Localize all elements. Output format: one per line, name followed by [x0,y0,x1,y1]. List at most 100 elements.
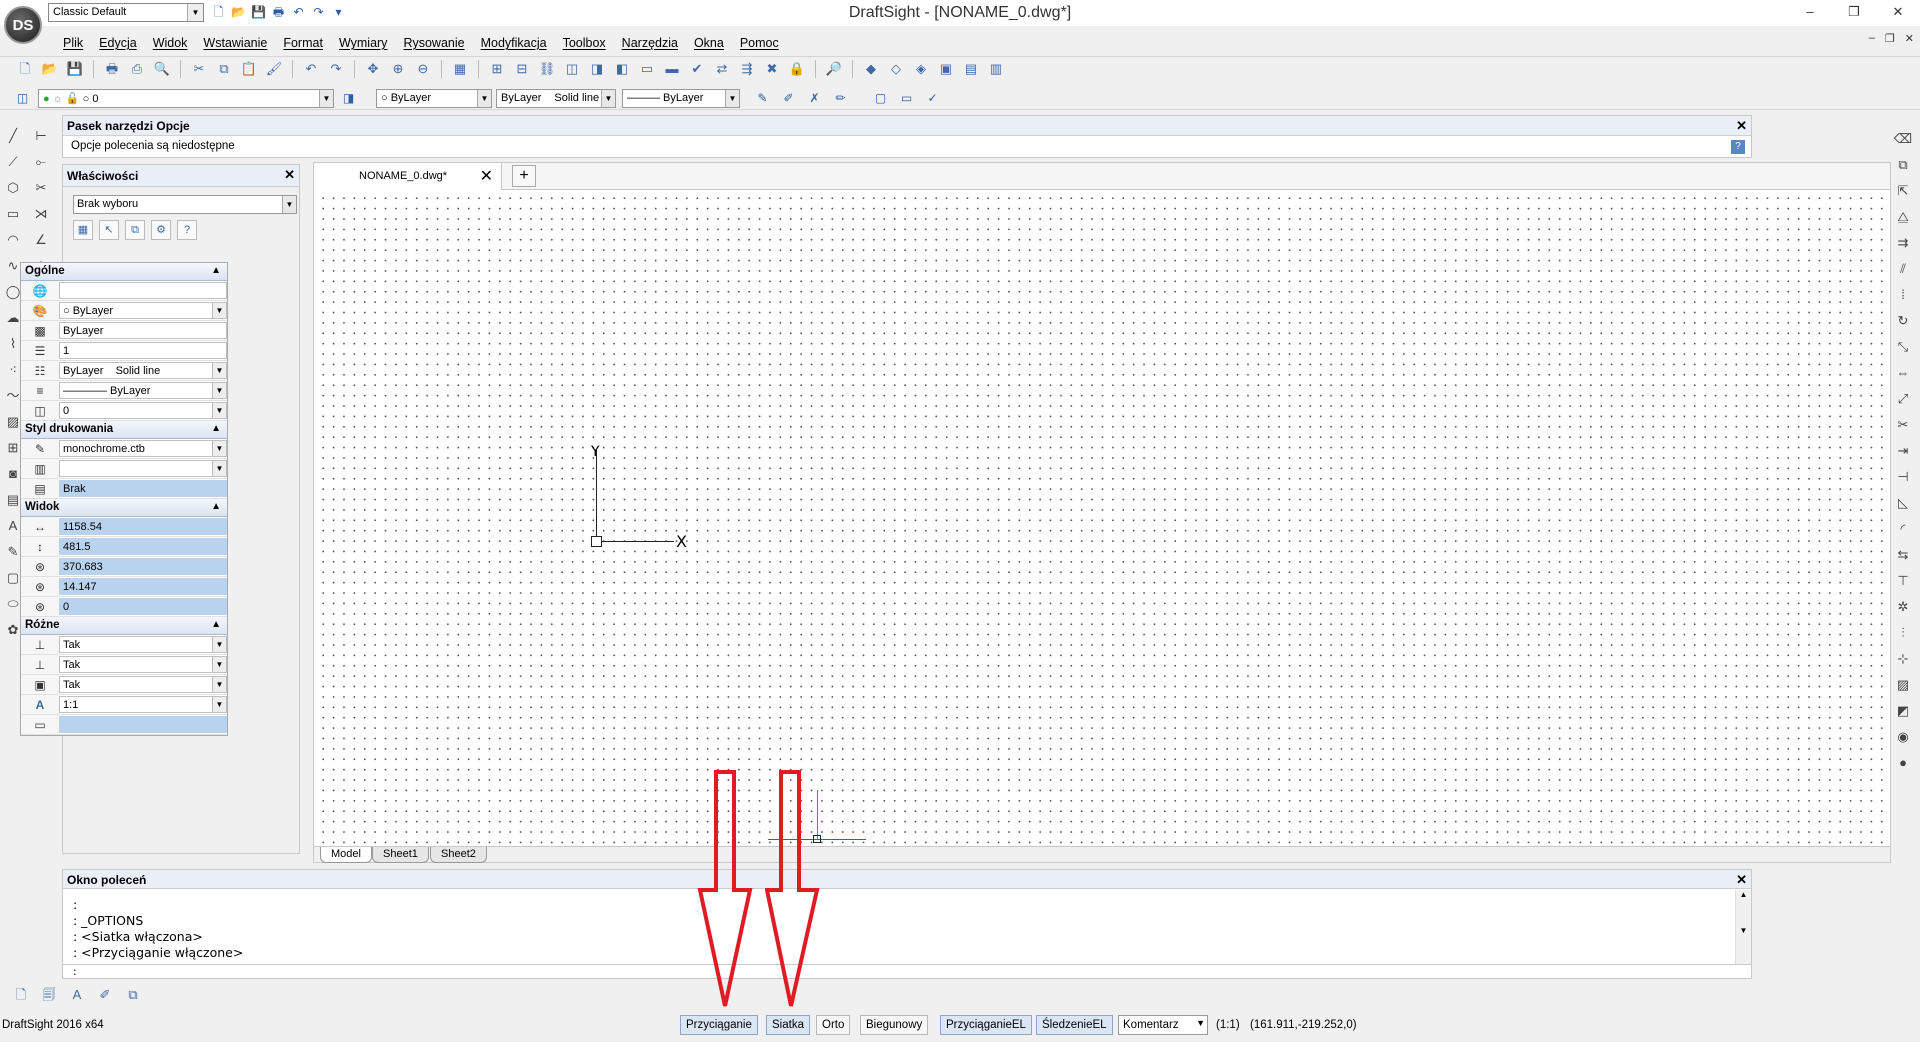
view-right-icon[interactable]: ▣ [935,59,957,79]
open-icon[interactable]: 📂 [39,59,61,79]
erase-icon[interactable]: ⌫ [1892,127,1914,150]
viewports-icon[interactable]: ⧉ [122,984,144,1006]
section-view[interactable]: Widok ▲ [21,499,227,517]
help-icon[interactable]: ? [177,220,197,240]
restore-button[interactable]: ❐ [1832,0,1876,24]
menu-plik[interactable]: Plik [55,34,91,54]
attribute-edit-icon[interactable]: ◉ [1892,725,1914,748]
copy-icon[interactable]: ⧉ [213,59,235,79]
linestyle-select[interactable]: ByLayer Solid line ▼ [496,89,616,108]
section-misc[interactable]: Różne ▲ [21,617,227,635]
quick-select-icon[interactable]: ⧉ [125,220,145,240]
new-tab-button[interactable]: + [512,165,536,187]
hatch-edit-icon[interactable]: ▨ [1892,673,1914,696]
extend-icon[interactable]: ⇥ [1892,439,1914,462]
block-edit-icon[interactable]: ◩ [1892,699,1914,722]
find-icon[interactable]: 🔎 [823,59,845,79]
view-bottom-icon[interactable]: ▥ [985,59,1007,79]
sheet-tab-model[interactable]: Model [320,847,372,863]
app-logo[interactable]: DS [4,6,42,44]
close-icon[interactable]: ✕ [284,167,295,183]
mirror-icon[interactable]: ⧋ [1892,205,1914,228]
scale-icon[interactable]: ⤡ [1892,335,1914,358]
sheet-tab-sheet2[interactable]: Sheet2 [430,847,487,863]
sheet-manager-icon[interactable]: 🗐 [38,984,60,1006]
layer-state-icon[interactable]: ◨ [586,59,608,79]
print-table-field[interactable]: monochrome.ctb ▼ [59,440,227,457]
ortho-toggle[interactable]: Orto [816,1015,851,1035]
close-icon[interactable]: ✕ [1736,118,1747,134]
document-tab[interactable]: NONAME_0.dwg* ✕ [314,163,502,190]
move-icon[interactable]: ⇱ [1892,179,1914,202]
layer-select[interactable]: ● ☼ 🔓 ○ 0 ▼ [38,89,334,108]
weld-icon[interactable]: ⊤ [1892,569,1914,592]
ucs-origin-field[interactable]: Tak ▼ [59,656,227,673]
layer-isolate-icon[interactable]: ⇶ [736,59,758,79]
table-style-icon[interactable]: ✓ [924,90,941,107]
pen-cross-icon[interactable]: ✗ [806,90,823,107]
annotation-scale-field[interactable]: 1:1 ▼ [59,696,227,713]
print-style-field[interactable]: ▼ [59,460,227,477]
command-input[interactable]: : [62,965,1752,979]
new-icon[interactable]: 🗋 [14,59,36,79]
layer-field[interactable]: 0 ▼ [59,402,227,419]
menu-okna[interactable]: Okna [686,34,732,54]
color-text-field[interactable]: ByLayer [59,322,227,339]
section-print-style[interactable]: Styl drukowania ▲ [21,421,227,439]
align-icon[interactable]: ⊹ [1892,647,1914,670]
pen-icon[interactable]: ✎ [754,90,771,107]
filter-icon[interactable]: ⚙ [151,220,171,240]
break-icon[interactable]: ⊣ [1892,465,1914,488]
view-top-icon[interactable]: ▤ [960,59,982,79]
text-edit-icon[interactable]: A [66,984,88,1006]
pen-color-icon[interactable]: ✏ [832,90,849,107]
zoom-out-icon[interactable]: ⊖ [412,59,434,79]
preview-icon[interactable]: 🔍 [151,59,173,79]
menu-format[interactable]: Format [275,34,331,54]
linestyle-field[interactable]: ByLayer Solid line ▼ [59,362,227,379]
check-icon[interactable]: ✔ [686,59,708,79]
polygon-icon[interactable]: ⬡ [2,176,24,199]
doc-minimize-button[interactable]: – [1869,32,1875,45]
chamfer-icon[interactable]: ◺ [1892,491,1914,514]
lineweight-select[interactable]: ——— ByLayer ▼ [622,89,740,108]
close-button[interactable]: ✕ [1876,0,1920,24]
prop-value-empty[interactable] [59,282,227,299]
snap-toggle[interactable]: Przyciąganie [680,1015,758,1035]
grid-toggle[interactable]: Siatka [766,1015,810,1035]
layer-lock-icon[interactable]: 🔒 [786,59,808,79]
view-front-icon[interactable]: ◆ [860,59,882,79]
annotation-select[interactable]: Komentarz ▼ [1118,1015,1208,1035]
explode-icon[interactable]: ✲ [1892,595,1914,618]
insert-block-icon[interactable]: ⊞ [486,59,508,79]
dim-style-icon[interactable]: ▭ [898,90,915,107]
menu-modyfikacja[interactable]: Modyfikacja [473,34,555,54]
undo-icon[interactable]: ↶ [300,59,322,79]
redo-icon[interactable]: ↷ [325,59,347,79]
ucs-on-field[interactable]: Tak ▼ [59,636,227,653]
help-icon[interactable]: ? [1731,140,1745,154]
rotate-icon[interactable]: ↻ [1892,309,1914,332]
trim-icon[interactable]: ✂ [1892,413,1914,436]
match-properties-icon[interactable]: 🖌 [263,59,285,79]
layer-icon[interactable]: ◫ [561,59,583,79]
command-scrollbar[interactable]: ▲ ▼ [1735,890,1751,964]
select-all-icon[interactable]: ▦ [73,220,93,240]
menu-wstawianie[interactable]: Wstawianie [195,34,275,54]
close-icon[interactable]: ✕ [1736,872,1747,888]
link-icon[interactable]: ⛓ [536,59,558,79]
linescale-field[interactable]: 1 [59,342,227,359]
pattern-icon[interactable]: ⁞ [1892,283,1914,306]
stretch-icon[interactable]: ⇔ [1892,361,1914,384]
line-icon[interactable]: ╱ [2,124,24,147]
menu-toolbox[interactable]: Toolbox [555,34,614,54]
save-icon[interactable]: 💾 [64,59,86,79]
color-field[interactable]: ○ ByLayer ▼ [59,302,227,319]
pan-icon[interactable]: ✥ [362,59,384,79]
view-left-icon[interactable]: ◈ [910,59,932,79]
polar-toggle[interactable]: Biegunowy [860,1015,929,1035]
extend-icon[interactable]: ⋊ [30,202,52,225]
arc-icon[interactable]: ◠ [2,228,24,251]
lineweight-field[interactable]: ———— ByLayer ▼ [59,382,227,399]
zoom-in-icon[interactable]: ⊕ [387,59,409,79]
